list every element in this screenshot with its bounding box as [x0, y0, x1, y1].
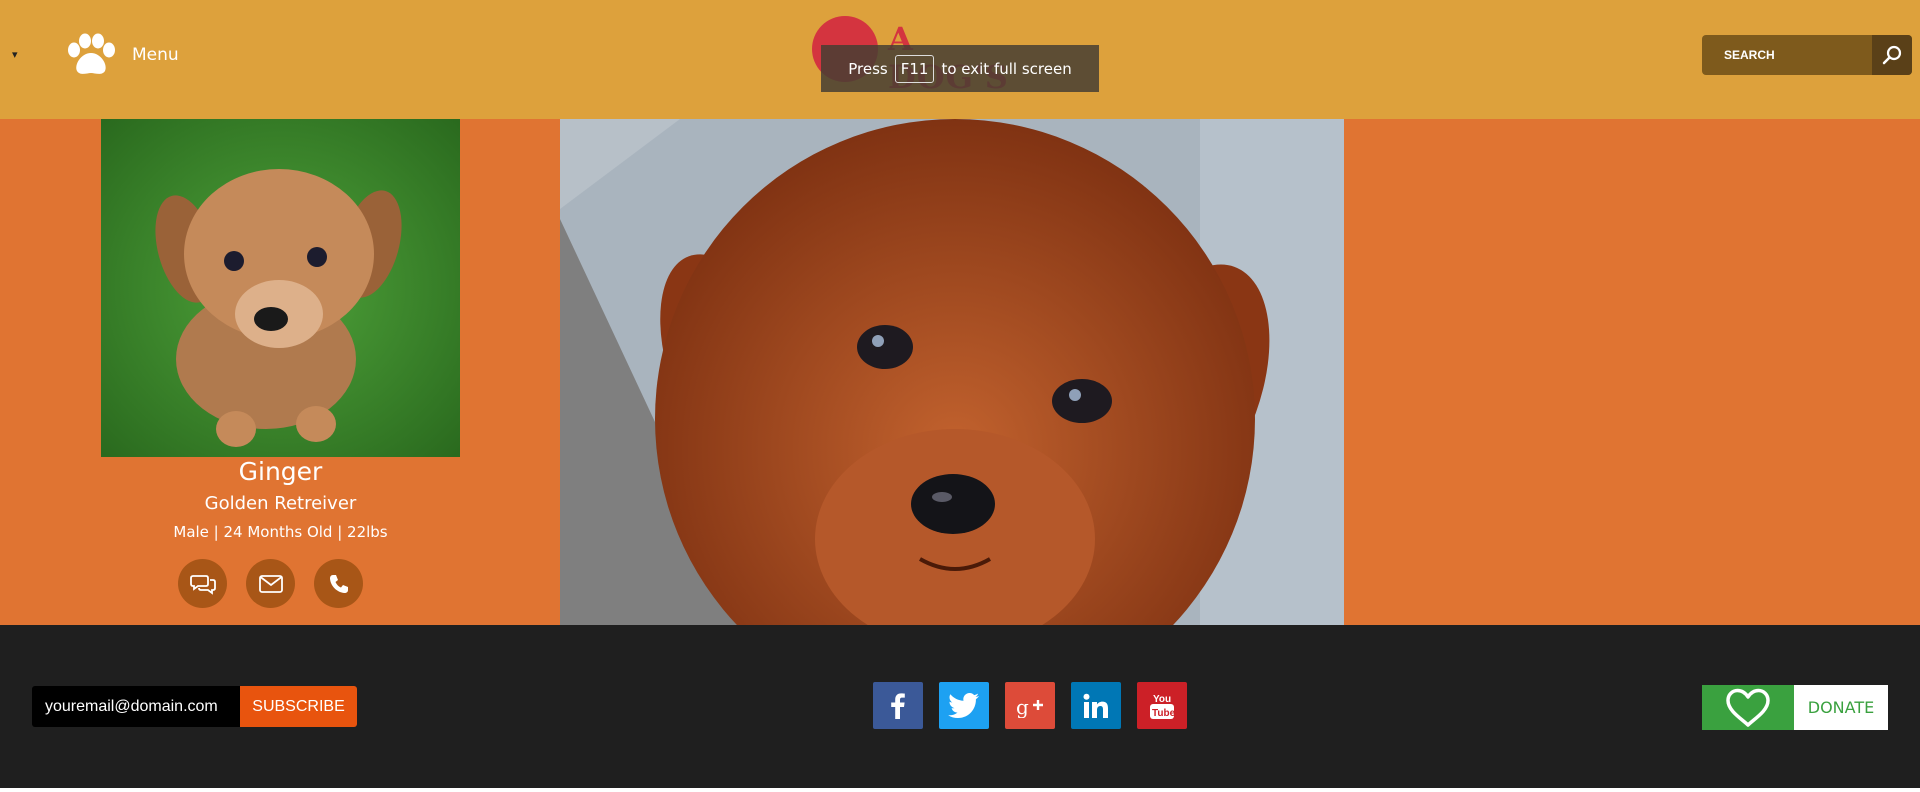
dropdown-caret-icon[interactable]: ▾ [12, 48, 18, 61]
donate-heart-panel [1702, 685, 1794, 730]
twitter-icon [948, 692, 979, 718]
profile-band: Ginger Golden Retreiver Male | 24 Months… [0, 119, 1920, 625]
fullscreen-notice: Press F11 to exit full screen [821, 45, 1099, 92]
menu-label: Menu [132, 45, 179, 65]
email-icon [258, 574, 283, 593]
google-plus-link[interactable]: g [1005, 682, 1055, 729]
paw-icon [68, 33, 115, 74]
fullscreen-notice-before: Press [848, 59, 888, 78]
facebook-icon [891, 692, 905, 719]
dog-thumbnail-image [101, 119, 460, 457]
dog-thumbnail[interactable] [101, 119, 460, 457]
twitter-link[interactable] [939, 682, 989, 729]
contact-actions [178, 559, 363, 608]
search-icon [1882, 45, 1902, 65]
menu-button[interactable]: Menu [64, 33, 179, 77]
svg-text:Tube: Tube [1152, 708, 1176, 719]
svg-text:You: You [1153, 694, 1171, 705]
search-input[interactable] [1702, 35, 1872, 75]
linkedin-icon [1083, 693, 1108, 718]
donate-label: DONATE [1794, 685, 1888, 730]
youtube-link[interactable]: You Tube [1137, 682, 1187, 729]
phone-button[interactable] [314, 559, 363, 608]
dog-hero-photo [560, 119, 1344, 625]
svg-text:g: g [1016, 695, 1029, 718]
search-button[interactable] [1872, 35, 1912, 75]
chat-icon [189, 574, 216, 595]
dog-details: Male | 24 Months Old | 22lbs [173, 523, 388, 541]
donate-button[interactable]: DONATE [1702, 685, 1888, 730]
dog-breed: Golden Retreiver [204, 493, 357, 514]
email-button[interactable] [246, 559, 295, 608]
phone-icon [329, 574, 348, 593]
heart-icon [1726, 688, 1770, 727]
dog-name: Ginger [238, 457, 323, 486]
search-box [1702, 35, 1912, 75]
fullscreen-notice-after: to exit full screen [941, 59, 1072, 78]
youtube-icon: You Tube [1150, 694, 1176, 719]
email-field[interactable] [32, 686, 240, 727]
site-footer: SUBSCRIBE g You [0, 625, 1920, 788]
social-links: g You Tube [873, 682, 1187, 729]
google-plus-icon: g [1016, 695, 1043, 718]
site-header: ▾ Menu A DOG'S Press F11 to exit full sc… [0, 0, 1920, 119]
linkedin-link[interactable] [1071, 682, 1121, 729]
fullscreen-key: F11 [894, 54, 935, 83]
subscribe-button[interactable]: SUBSCRIBE [240, 686, 357, 727]
chat-button[interactable] [178, 559, 227, 608]
dog-hero-image [560, 119, 1344, 625]
facebook-link[interactable] [873, 682, 923, 729]
